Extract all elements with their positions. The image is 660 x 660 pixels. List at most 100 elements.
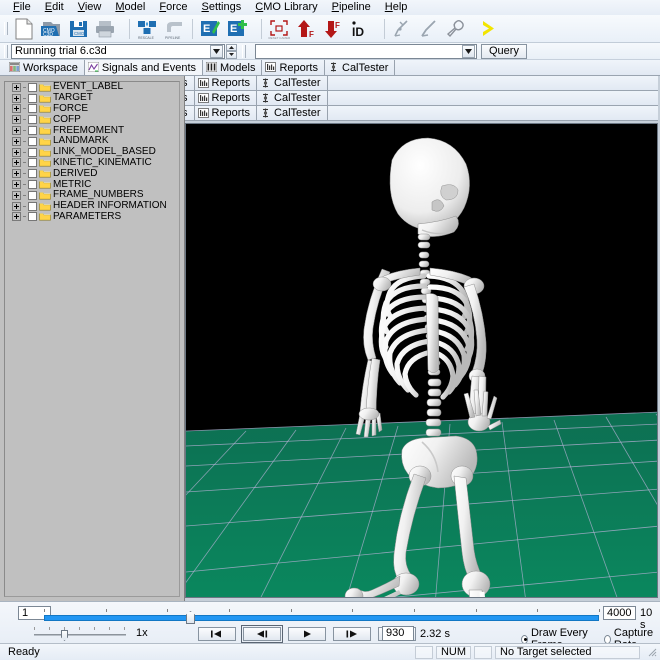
tree-item-checkbox[interactable] (28, 136, 37, 146)
pipeline-icon[interactable]: PIPELINE (161, 17, 187, 41)
tree-item[interactable]: LANDMARK (5, 136, 179, 147)
current-frame-input[interactable]: 930 (382, 626, 414, 641)
reset-camera-icon[interactable]: RESET CAMERA (266, 17, 292, 41)
tree-item-checkbox[interactable] (28, 115, 37, 125)
menu-file[interactable]: File (6, 0, 38, 15)
toolbar-grip[interactable] (4, 22, 8, 35)
step-forward-button[interactable] (333, 627, 371, 641)
tree-item-checkbox[interactable] (28, 93, 37, 103)
expand-plus-icon[interactable] (12, 180, 21, 190)
speed-tick (124, 627, 125, 630)
expand-plus-icon[interactable] (12, 212, 21, 222)
signals-tree[interactable]: EVENT_LABEL TARGET FORCE COFP FREEMOMENT LAND… (4, 81, 180, 597)
query-combo[interactable] (255, 43, 477, 59)
expand-plus-icon[interactable] (12, 136, 21, 146)
expand-plus-icon[interactable] (12, 158, 21, 168)
3d-animation-viewport[interactable] (185, 123, 658, 598)
force-up-icon[interactable]: F (293, 17, 319, 41)
tree-item-checkbox[interactable] (28, 104, 37, 114)
tree-item-checkbox[interactable] (28, 82, 37, 92)
tree-item[interactable]: KINETIC_KINEMATIC (5, 157, 179, 169)
tree-item[interactable]: HEADER INFORMATION (5, 201, 179, 212)
expand-plus-icon[interactable] (12, 82, 21, 92)
tree-item-checkbox[interactable] (28, 158, 37, 168)
tree-item[interactable]: METRIC (5, 179, 179, 190)
tab-reports[interactable]: Reports (262, 60, 325, 75)
tree-item-checkbox[interactable] (28, 190, 37, 200)
signals-icon (87, 61, 100, 73)
menu-pipeline[interactable]: Pipeline (325, 0, 378, 15)
expand-plus-icon[interactable] (12, 115, 21, 125)
end-frame-input[interactable]: 4000 (603, 606, 636, 620)
tree-item[interactable]: DERIVED (5, 168, 179, 179)
menu-edit[interactable]: Edit (38, 0, 71, 15)
expand-plus-icon[interactable] (12, 93, 21, 103)
tree-item-checkbox[interactable] (28, 212, 37, 222)
menu-settings[interactable]: Settings (194, 0, 248, 15)
tree-item-checkbox[interactable] (28, 180, 37, 190)
tree-item[interactable]: LINK_MODEL_BASED (5, 147, 179, 158)
tab-signals-and-events[interactable]: Signals and Events (84, 60, 203, 75)
save-cmo-icon[interactable]: CMO (65, 17, 91, 41)
playback-speed-slider[interactable] (30, 626, 130, 641)
timeline-slider[interactable] (44, 604, 600, 624)
force-down-icon[interactable]: F (320, 17, 346, 41)
menu-cmo-library[interactable]: CMO Library (248, 0, 324, 15)
tree-item-checkbox[interactable] (28, 169, 37, 179)
print-icon[interactable] (92, 17, 118, 41)
spinner-up-icon[interactable] (226, 43, 237, 51)
tree-item[interactable]: FREEMOMENT (5, 125, 179, 136)
speed-thumb[interactable] (61, 630, 68, 641)
query-button[interactable]: Query (481, 43, 527, 59)
file-combo[interactable]: Running trial 6.c3d (11, 43, 225, 59)
tree-item-checkbox[interactable] (28, 147, 37, 157)
tree-item-label: FORCE (53, 102, 88, 114)
tree-item[interactable]: FORCE (5, 102, 179, 115)
tree-item[interactable]: EVENT_LABEL (5, 82, 179, 93)
menu-model[interactable]: Model (108, 0, 152, 15)
jump-to-start-button[interactable] (198, 627, 236, 641)
expand-plus-icon[interactable] (12, 190, 21, 200)
paint-pipeline-icon[interactable] (443, 17, 469, 41)
chevron-down-icon[interactable] (210, 44, 223, 58)
file-spinner[interactable] (226, 43, 237, 59)
timeline-track[interactable] (44, 615, 599, 621)
new-document-icon[interactable] (11, 17, 37, 41)
tree-item-checkbox[interactable] (28, 201, 37, 211)
tree-item-checkbox[interactable] (28, 126, 37, 136)
tab-models[interactable]: Models (203, 60, 263, 75)
edit-event-icon[interactable]: E (197, 17, 223, 41)
expand-plus-icon[interactable] (12, 104, 21, 114)
folder-icon (39, 83, 51, 92)
tab-caltester[interactable]: CalTester (325, 60, 396, 75)
menu-view[interactable]: View (71, 0, 109, 15)
open-c3d-icon[interactable]: CMO C3D (38, 17, 64, 41)
kinematic-chain-b-icon[interactable] (416, 17, 442, 41)
speed-track[interactable] (34, 634, 126, 636)
svg-text:F: F (335, 21, 340, 30)
run-pipeline-icon[interactable] (476, 17, 502, 41)
kinematic-chain-a-icon[interactable] (389, 17, 415, 41)
menu-force[interactable]: Force (152, 0, 194, 15)
expand-plus-icon[interactable] (12, 126, 21, 136)
add-event-icon[interactable]: E (224, 17, 250, 41)
resize-grip-icon[interactable] (646, 646, 658, 658)
filebar-grip[interactable] (4, 44, 8, 58)
expand-plus-icon[interactable] (12, 147, 21, 157)
tree-item[interactable]: COFP (5, 114, 179, 125)
tree-item[interactable]: TARGET (5, 93, 179, 104)
spinner-down-icon[interactable] (226, 51, 237, 59)
play-button[interactable] (288, 627, 326, 641)
expand-plus-icon[interactable] (12, 201, 21, 211)
step-back-button[interactable] (241, 625, 283, 643)
querybar-grip[interactable] (242, 44, 246, 58)
tab-workspace[interactable]: Workspace (6, 60, 85, 75)
menu-help[interactable]: Help (378, 0, 415, 15)
model-rescale-icon[interactable]: RESCALE (134, 17, 160, 41)
tree-item-label: EVENT_LABEL (53, 81, 124, 93)
expand-plus-icon[interactable] (12, 169, 21, 179)
tree-item[interactable]: FRAME_NUMBERS (5, 190, 179, 201)
query-chevron-down-icon[interactable] (462, 44, 475, 58)
tree-item[interactable]: PARAMETERS (5, 211, 179, 223)
inverse-dynamics-icon[interactable]: ID (347, 17, 373, 41)
